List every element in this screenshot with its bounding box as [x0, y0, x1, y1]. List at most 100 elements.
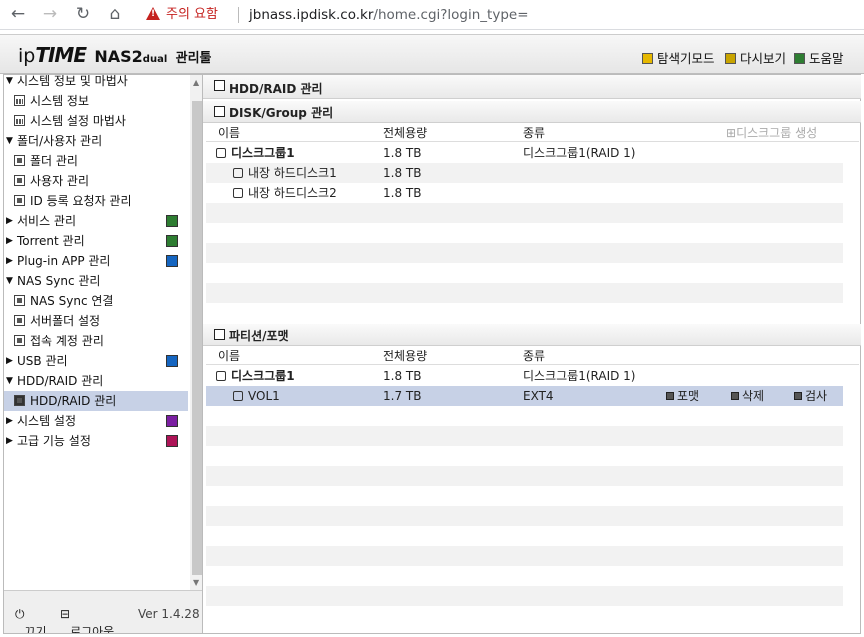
- expanded-arrow-icon[interactable]: ▼: [6, 371, 13, 391]
- logout-button[interactable]: ⊟ 로그아웃: [60, 607, 114, 633]
- sidebar-item-label: 시스템 정보 및 마법사: [17, 74, 128, 88]
- col-kind: 종류: [523, 349, 546, 363]
- partition-section-title: 파티션/포맷: [229, 329, 289, 343]
- disk-icon: [214, 80, 225, 91]
- col-size: 전체용량: [383, 126, 428, 140]
- sidebar-item-label: 폴더 관리: [30, 154, 78, 168]
- sidebar-item[interactable]: ▶ USB 관리: [4, 351, 188, 371]
- sidebar-item-label: ID 등록 요청자 관리: [30, 194, 132, 208]
- empty-row: [206, 486, 843, 506]
- col-name: 이름: [218, 349, 241, 363]
- empty-row: [206, 566, 843, 586]
- create-disk-group-button[interactable]: ⊞디스크그룹 생성: [726, 124, 817, 142]
- help-button[interactable]: 도움말: [794, 48, 844, 67]
- sidebar-item[interactable]: ▶ Torrent 관리: [4, 231, 188, 251]
- browser-toolbar: ← → ↻ ⌂ 주의 요함 jbnass.ipdisk.co.kr/home.c…: [0, 0, 864, 30]
- explorer-mode-button[interactable]: 탐색기모드: [642, 48, 715, 67]
- menu-icon: [166, 235, 178, 247]
- action-0-button[interactable]: 포맷: [666, 386, 699, 406]
- action-1-button[interactable]: 삭제: [731, 386, 764, 406]
- menu-icon: [166, 255, 178, 267]
- row-name: 내장 하드디스크2: [233, 183, 337, 203]
- sidebar-item[interactable]: ▶ 시스템 설정: [4, 411, 188, 431]
- back-icon[interactable]: ←: [6, 3, 30, 27]
- security-warning[interactable]: 주의 요함: [146, 4, 218, 26]
- empty-row: [206, 303, 843, 323]
- sidebar-item[interactable]: ▼ 폴더/사용자 관리: [4, 131, 188, 151]
- row-name: 내장 하드디스크1: [233, 163, 337, 183]
- disk-section-header: DISK/Group 관리: [203, 101, 861, 123]
- table-row[interactable]: 내장 하드디스크2 1.8 TB: [206, 183, 843, 203]
- disk-table-header: 이름 전체용량 종류 ⊞디스크그룹 생성: [206, 124, 859, 142]
- disk-group-icon: [214, 106, 225, 117]
- action-icon: [731, 392, 739, 400]
- table-row[interactable]: 내장 하드디스크1 1.8 TB: [206, 163, 843, 183]
- sidebar-item[interactable]: ▼ 시스템 정보 및 마법사: [4, 74, 188, 91]
- sidebar-item[interactable]: 폴더 관리: [4, 151, 188, 171]
- disk-group-icon: [216, 371, 226, 381]
- empty-row: [206, 426, 843, 446]
- row-name: VOL1: [233, 386, 280, 406]
- sidebar-item[interactable]: ▼ NAS Sync 관리: [4, 271, 188, 291]
- expanded-arrow-icon[interactable]: ▼: [6, 75, 13, 91]
- menu-icon: [166, 435, 178, 447]
- sidebar-item-label: 시스템 설정: [17, 414, 77, 428]
- table-row[interactable]: VOL1 1.7 TB EXT4 포맷 삭제 검사: [206, 386, 843, 406]
- sidebar-item[interactable]: HDD/RAID 관리: [4, 391, 188, 411]
- collapsed-arrow-icon[interactable]: ▶: [6, 211, 13, 231]
- collapsed-arrow-icon[interactable]: ▶: [6, 251, 13, 271]
- sidebar-item[interactable]: 시스템 정보: [4, 91, 188, 111]
- divider: [238, 7, 239, 23]
- sidebar-item[interactable]: 사용자 관리: [4, 171, 188, 191]
- forward-icon[interactable]: →: [38, 3, 62, 27]
- scroll-down-icon[interactable]: ▼: [193, 578, 199, 587]
- sidebar-item-label: HDD/RAID 관리: [17, 374, 104, 388]
- disk-icon: [233, 188, 243, 198]
- disk-icon: [233, 168, 243, 178]
- empty-row: [206, 283, 843, 303]
- refresh-button[interactable]: 다시보기: [725, 48, 786, 67]
- menu-icon: [166, 355, 178, 367]
- sidebar-item-label: 고급 기능 설정: [17, 434, 91, 448]
- collapsed-arrow-icon[interactable]: ▶: [6, 411, 13, 431]
- action-2-button[interactable]: 검사: [794, 386, 827, 406]
- action-icon: [794, 392, 802, 400]
- collapsed-arrow-icon[interactable]: ▶: [6, 351, 13, 371]
- table-row[interactable]: 디스크그룹1 1.8 TB 디스크그룹1(RAID 1): [206, 366, 843, 386]
- expanded-arrow-icon[interactable]: ▼: [6, 131, 13, 151]
- empty-row: [206, 606, 843, 626]
- folder-icon: [14, 195, 25, 206]
- sidebar-item[interactable]: 시스템 설정 마법사: [4, 111, 188, 131]
- row-kind: 디스크그룹1(RAID 1): [523, 369, 636, 383]
- sidebar-item[interactable]: ▶ 고급 기능 설정: [4, 431, 188, 451]
- scroll-up-icon[interactable]: ▲: [193, 78, 199, 87]
- sidebar-item-label: HDD/RAID 관리: [30, 394, 117, 408]
- reload-icon[interactable]: ↻: [71, 3, 95, 27]
- collapsed-arrow-icon[interactable]: ▶: [6, 231, 13, 251]
- expanded-arrow-icon[interactable]: ▼: [6, 271, 13, 291]
- home-icon[interactable]: ⌂: [103, 3, 127, 27]
- sidebar-item[interactable]: ▼ HDD/RAID 관리: [4, 371, 188, 391]
- sidebar-item[interactable]: NAS Sync 연결: [4, 291, 188, 311]
- row-kind: EXT4: [523, 389, 554, 403]
- scrollbar-thumb[interactable]: [192, 101, 202, 575]
- sidebar-item-label: 시스템 설정 마법사: [30, 114, 126, 128]
- table-row[interactable]: 디스크그룹1 1.8 TB 디스크그룹1(RAID 1): [206, 143, 843, 163]
- page-title: HDD/RAID 관리: [229, 82, 323, 96]
- sidebar-item[interactable]: 접속 계정 관리: [4, 331, 188, 351]
- disk-icon: [233, 391, 243, 401]
- collapsed-arrow-icon[interactable]: ▶: [6, 431, 13, 451]
- power-off-button[interactable]: ⏻ 끄기: [15, 607, 47, 633]
- sidebar-item[interactable]: ▶ Plug-in APP 관리: [4, 251, 188, 271]
- row-size: 1.8 TB: [383, 369, 422, 383]
- empty-row: [206, 223, 843, 243]
- sidebar-item-label: Plug-in APP 관리: [17, 254, 111, 268]
- sidebar-item[interactable]: ID 등록 요청자 관리: [4, 191, 188, 211]
- sidebar-item-label: 시스템 정보: [30, 94, 90, 108]
- chart-icon: [14, 115, 25, 126]
- sidebar-item[interactable]: 서버폴더 설정: [4, 311, 188, 331]
- address-bar[interactable]: jbnass.ipdisk.co.kr/home.cgi?login_type=: [249, 4, 529, 26]
- sidebar-item[interactable]: ▶ 서비스 관리: [4, 211, 188, 231]
- empty-row: [206, 466, 843, 486]
- chart-icon: [14, 95, 25, 106]
